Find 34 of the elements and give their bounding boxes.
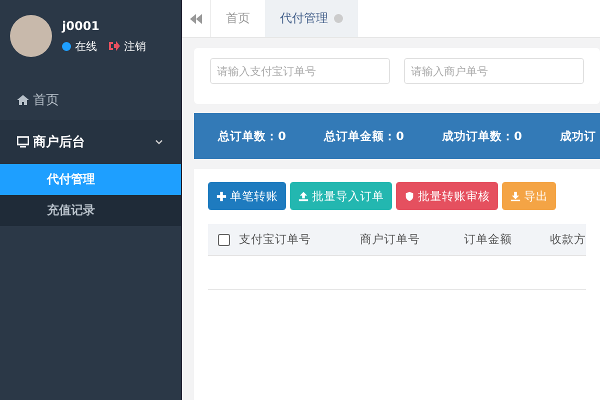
column-header: 商户订单号 [360,232,421,247]
logout-link[interactable]: 注销 [124,38,146,54]
column-header: 订单金额 [464,232,513,247]
collapse-icon[interactable] [190,14,202,24]
tab[interactable]: 代付管理 [265,0,358,37]
stat-text: 总订单数：0 [218,128,286,144]
shield-button[interactable]: 批量转账审核 [396,182,498,210]
plus-icon [216,190,227,202]
download-icon [510,190,521,202]
sidebar-item[interactable]: 商户后台 [0,120,181,164]
avatar-photo-placeholder [10,15,52,57]
upload-icon [298,190,309,202]
sidebar-subitem[interactable]: 充值记录 [0,195,181,226]
add-button[interactable]: 单笔转账 [208,182,286,210]
username: j0001 [62,18,101,32]
online-status: 在线 [75,38,97,54]
logout-icon [109,41,120,51]
stat-text: 总订单金额：0 [324,128,404,144]
online-dot-icon [62,42,71,50]
monitor-icon [17,136,29,148]
sidebar-item[interactable]: 首页 [0,80,181,120]
upload-button[interactable]: 批量导入订单 [290,182,392,210]
search-field[interactable]: 请输入支付宝订单号 [210,58,390,84]
close-icon[interactable] [334,14,343,23]
search-field[interactable]: 请输入商户单号 [404,58,584,84]
sidebar-subitem[interactable]: 代付管理 [0,164,181,195]
select-all-checkbox[interactable] [218,234,230,246]
shield-icon [404,190,415,202]
chevron-icon [154,137,164,147]
stat-text: 成功订单数：0 [442,128,522,144]
column-header: 收款方 [550,232,586,247]
stat-text: 成功订 [560,128,596,144]
column-header: 支付宝订单号 [239,232,312,247]
home-icon [17,94,29,106]
